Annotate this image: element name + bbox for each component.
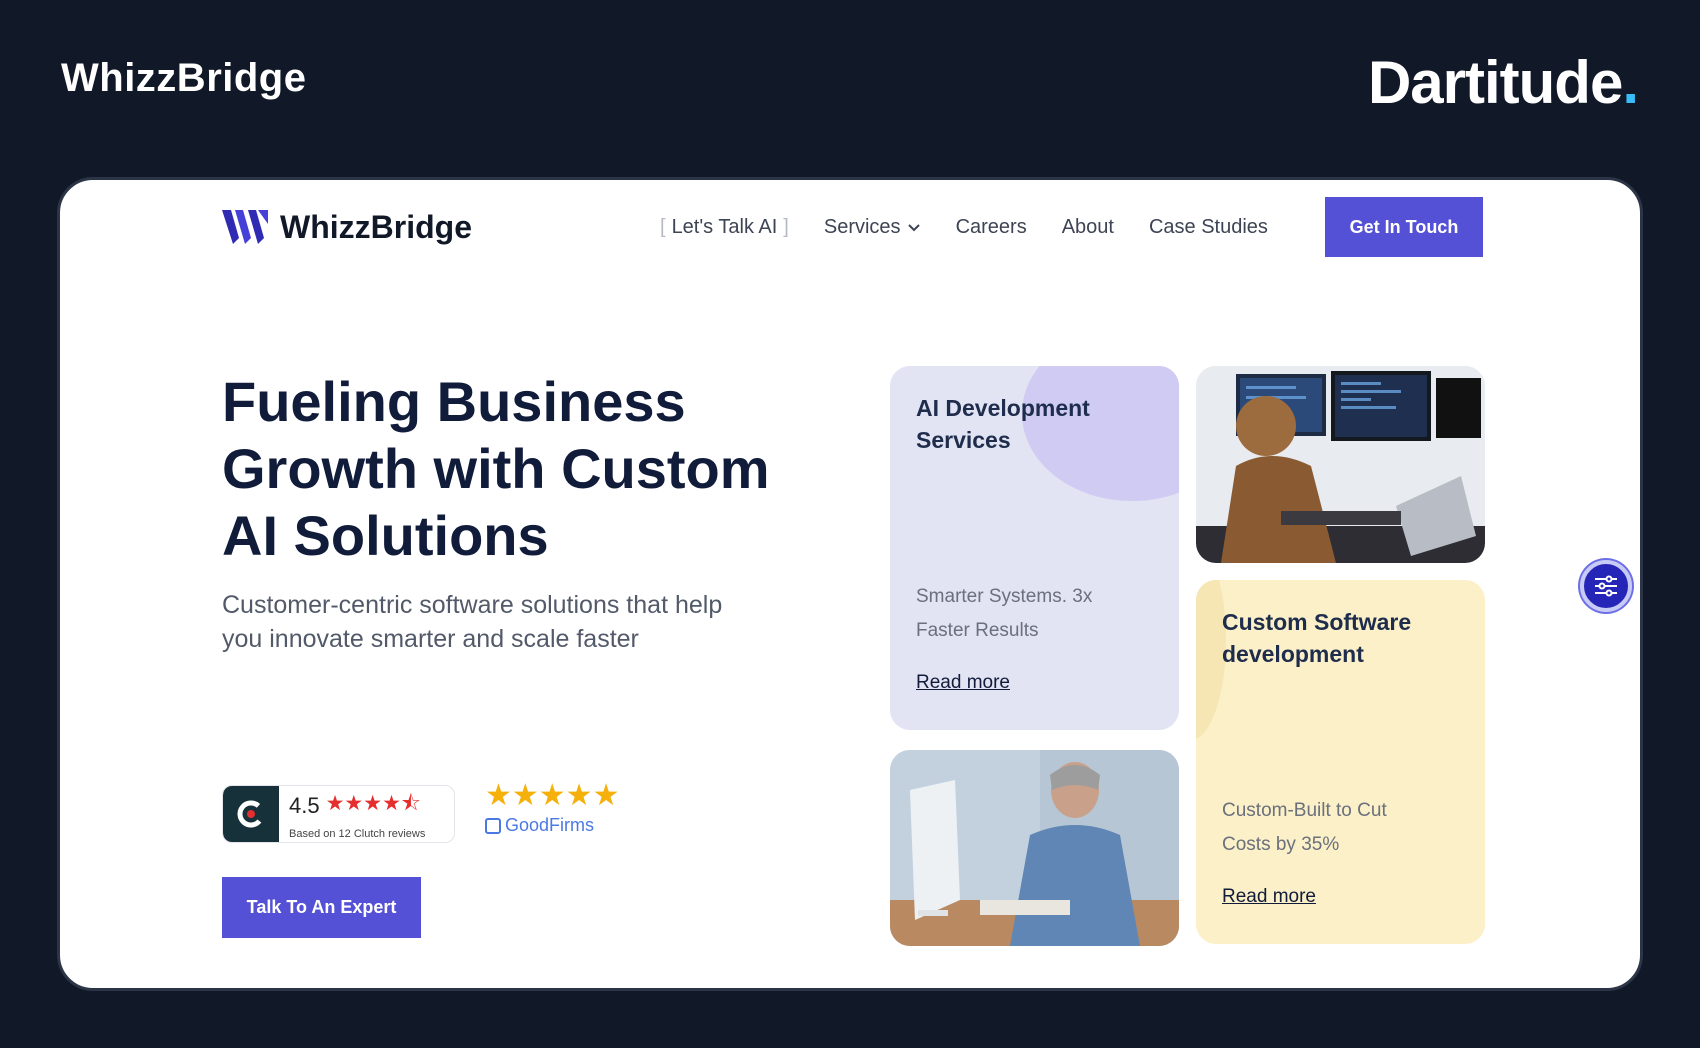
clutch-logo-icon [223,786,279,842]
nav-about[interactable]: About [1062,216,1114,239]
tile-title: AI Development Services [916,395,1090,453]
tile-title: Custom Software development [1222,609,1412,667]
goodfirms-label: GoodFirms [485,815,619,836]
logo-text: WhizzBridge [280,208,472,245]
goodfirms-rating-badge[interactable]: ★★★★★ GoodFirms [485,778,619,836]
read-more-link[interactable]: Read more [1222,886,1316,908]
nav-lets-talk-ai[interactable]: [Let's Talk AI] [660,216,789,239]
nav-services[interactable]: Services [824,216,921,239]
hero-title: Fueling Business Growth with Custom AI S… [222,370,770,567]
site-header: WhizzBridge [Let's Talk AI] Services Car… [60,180,1640,280]
get-in-touch-button[interactable]: Get In Touch [1325,197,1483,257]
screenshot-frame: WhizzBridge Dartitude. WhizzBridge [Let'… [0,0,1700,1048]
partner-dot: . [1622,49,1639,116]
site-logo[interactable]: WhizzBridge [222,208,472,246]
main-nav: [Let's Talk AI] Services Careers About C… [660,216,1268,239]
custom-software-tile[interactable]: Custom Software development Custom-Built… [1196,580,1485,944]
partner-wordmark: Dartitude. [1367,48,1639,117]
nav-case-studies[interactable]: Case Studies [1149,216,1268,239]
goodfirms-icon [485,817,501,834]
hero-subtitle: Customer-centric software solutions that… [222,591,723,653]
developer-monitors-image [1196,366,1485,563]
tile-description: Smarter Systems. 3x Faster Results [916,586,1093,641]
talk-to-expert-button[interactable]: Talk To An Expert [222,877,421,938]
clutch-score: 4.5 [289,793,320,818]
clutch-info: 4.5 ★★★★⯪ Based on 12 Clutch reviews [279,789,425,840]
accessibility-settings-icon [1595,575,1617,597]
partner-name: Dartitude [1367,49,1623,116]
goodfirms-stars: ★★★★★ [485,779,620,812]
goodfirms-text: GoodFirms [505,815,595,835]
nav-label: Let's Talk AI [671,216,778,238]
website-card: WhizzBridge [Let's Talk AI] Services Car… [57,177,1643,991]
top-brand-title: WhizzBridge [61,56,307,100]
read-more-link[interactable]: Read more [916,672,1010,694]
tile-description: Custom-Built to Cut Costs by 35% [1222,800,1387,855]
chevron-down-icon [907,223,920,231]
ai-development-tile[interactable]: AI Development Services Smarter Systems.… [890,366,1179,730]
nav-label: Services [823,216,901,238]
man-at-computer-image [890,750,1179,946]
clutch-review-note: Based on 12 Clutch reviews [289,827,426,840]
accessibility-settings-button[interactable] [1580,560,1632,612]
clutch-rating-badge[interactable]: 4.5 ★★★★⯪ Based on 12 Clutch reviews [222,785,455,843]
clutch-stars: ★★★★⯪ [325,791,421,815]
nav-careers[interactable]: Careers [956,216,1027,239]
whizzbridge-logo-icon [222,210,268,244]
